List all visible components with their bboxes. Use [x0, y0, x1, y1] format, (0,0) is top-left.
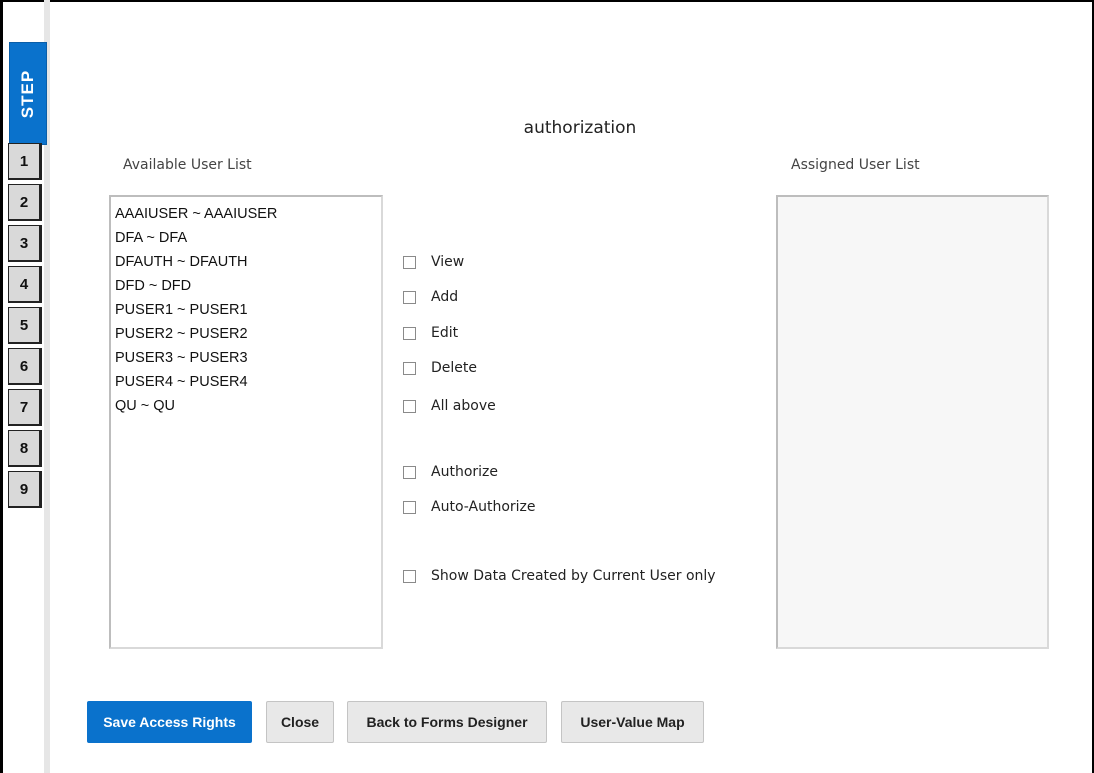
auto-authorize-checkbox[interactable]	[403, 500, 416, 514]
edit-checkbox-row[interactable]: Edit	[403, 323, 458, 343]
assigned-user-list[interactable]	[776, 195, 1049, 649]
step-tab-9[interactable]: 9	[8, 471, 42, 508]
authorize-checkbox-label: Authorize	[431, 464, 498, 480]
step-tab-6[interactable]: 6	[8, 348, 42, 385]
step-tab-2[interactable]: 2	[8, 184, 42, 221]
auto-authorize-checkbox-label: Auto-Authorize	[431, 499, 536, 515]
step-tab-7[interactable]: 7	[8, 389, 42, 426]
list-item[interactable]: PUSER3 ~ PUSER3	[111, 346, 381, 370]
delete-checkbox-row[interactable]: Delete	[403, 358, 477, 378]
edit-checkbox[interactable]	[403, 326, 416, 340]
all-above-checkbox-label: All above	[431, 398, 496, 414]
assigned-list-label: Assigned User List	[791, 157, 920, 173]
add-checkbox-row[interactable]: Add	[403, 287, 458, 307]
stepper-header-label: STEP	[18, 69, 37, 118]
show-own-data-checkbox[interactable]	[403, 569, 416, 583]
list-item[interactable]: PUSER1 ~ PUSER1	[111, 298, 381, 322]
window-frame-left	[0, 0, 3, 773]
delete-checkbox-label: Delete	[431, 360, 477, 376]
list-item[interactable]: PUSER2 ~ PUSER2	[111, 322, 381, 346]
step-tab-3[interactable]: 3	[8, 225, 42, 262]
step-tab-5[interactable]: 5	[8, 307, 42, 344]
edit-checkbox-label: Edit	[431, 325, 459, 341]
view-checkbox-row[interactable]: View	[403, 252, 464, 272]
step-tab-4[interactable]: 4	[8, 266, 42, 303]
available-list-label: Available User List	[123, 157, 252, 173]
show-own-data-checkbox-label: Show Data Created by Current User only	[431, 568, 716, 584]
add-checkbox[interactable]	[403, 290, 416, 304]
save-access-rights-button[interactable]: Save Access Rights	[87, 701, 252, 743]
page-title: authorization	[523, 118, 637, 138]
authorize-checkbox[interactable]	[403, 465, 416, 479]
step-tab-1[interactable]: 1	[8, 143, 42, 180]
close-button[interactable]: Close	[266, 701, 334, 743]
back-to-forms-designer-button[interactable]: Back to Forms Designer	[347, 701, 547, 743]
list-item[interactable]: AAAIUSER ~ AAAIUSER	[111, 202, 381, 226]
user-value-map-button[interactable]: User-Value Map	[561, 701, 704, 743]
available-user-list[interactable]: AAAIUSER ~ AAAIUSER DFA ~ DFA DFAUTH ~ D…	[109, 195, 383, 649]
list-item[interactable]: DFD ~ DFD	[111, 274, 381, 298]
delete-checkbox[interactable]	[403, 361, 416, 375]
all-above-checkbox-row[interactable]: All above	[403, 396, 496, 416]
list-item[interactable]: DFAUTH ~ DFAUTH	[111, 250, 381, 274]
all-above-checkbox[interactable]	[403, 399, 416, 413]
view-checkbox[interactable]	[403, 255, 416, 269]
list-item[interactable]: DFA ~ DFA	[111, 226, 381, 250]
auto-authorize-checkbox-row[interactable]: Auto-Authorize	[403, 497, 536, 517]
list-item[interactable]: QU ~ QU	[111, 394, 381, 418]
view-checkbox-label: View	[431, 254, 465, 270]
authorize-checkbox-row[interactable]: Authorize	[403, 462, 498, 482]
show-own-data-checkbox-row[interactable]: Show Data Created by Current User only	[403, 566, 716, 586]
list-item[interactable]: PUSER4 ~ PUSER4	[111, 370, 381, 394]
step-tab-8[interactable]: 8	[8, 430, 42, 467]
window-frame-top	[0, 0, 1094, 2]
add-checkbox-label: Add	[431, 289, 459, 305]
